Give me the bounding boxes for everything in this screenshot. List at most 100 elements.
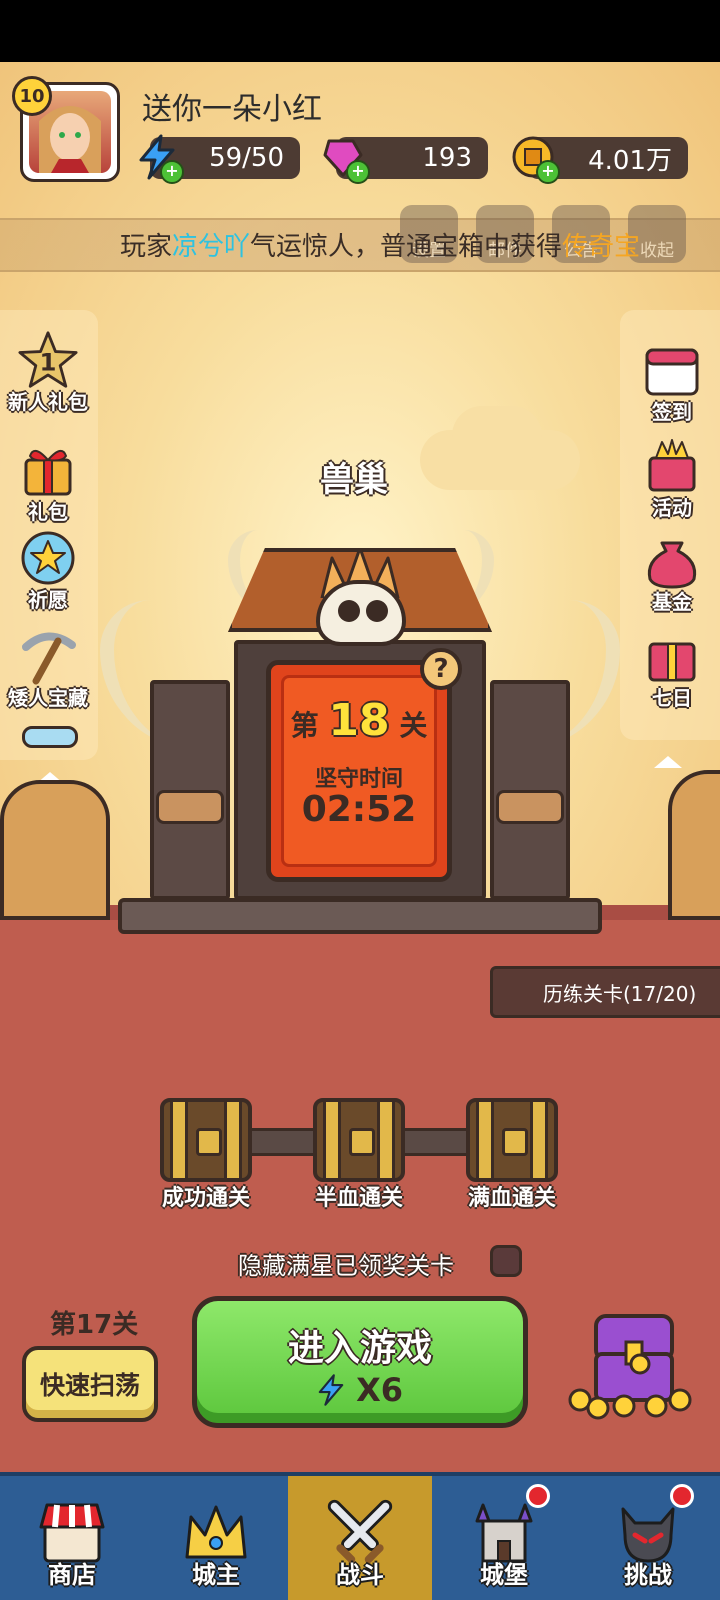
- status-bar: [0, 0, 720, 62]
- add-energy-icon[interactable]: +: [160, 160, 184, 184]
- gift-pack-label: 礼包: [28, 500, 68, 524]
- chest-band: [323, 1102, 341, 1178]
- question-icon: ?: [433, 654, 449, 684]
- wish-icon: [18, 528, 78, 588]
- treasure-chest-button[interactable]: [560, 1302, 700, 1424]
- gift-pack-button[interactable]: 礼包: [0, 440, 96, 525]
- quick-sweep-button[interactable]: 快速扫荡: [22, 1346, 158, 1422]
- rock-left: [0, 780, 110, 920]
- treasure-chest-icon: [568, 1314, 692, 1420]
- newbie-badge: 1: [40, 347, 57, 376]
- skull-eye: [338, 600, 360, 622]
- nav-challenge-label: 挑战: [624, 1561, 672, 1589]
- ticker-message: 玩家凉兮吖气运惊人，普通宝箱中获得传奇宝: [120, 226, 640, 263]
- nav-shop[interactable]: 商店: [0, 1476, 144, 1600]
- hide-completed-checkbox[interactable]: [490, 1245, 522, 1277]
- lock-icon: [502, 1128, 528, 1156]
- sign-in-button[interactable]: 签到: [624, 340, 720, 425]
- rope-left: [156, 790, 224, 824]
- chest-band: [224, 1102, 242, 1178]
- quick-sweep-label: 快速扫荡: [39, 1371, 140, 1400]
- gift-icon: [18, 440, 78, 500]
- hold-time-value: 02:52: [301, 789, 417, 830]
- add-gold-icon[interactable]: +: [536, 160, 560, 184]
- rock-right: [668, 770, 720, 920]
- collapse-label: 收起: [640, 241, 674, 261]
- enter-game-label: 进入游戏: [287, 1328, 432, 1369]
- help-button[interactable]: ?: [420, 648, 462, 690]
- hide-completed-label: 隐藏满星已领奖关卡: [238, 1252, 454, 1280]
- stage-prefix: 第: [290, 709, 319, 742]
- chest-clear-label: 成功通关: [161, 1186, 250, 1211]
- chest-band: [377, 1102, 395, 1178]
- star-icon: 1: [18, 330, 78, 390]
- activity-icon: [642, 436, 702, 496]
- energy-icon[interactable]: +: [134, 134, 184, 184]
- nav-battle[interactable]: 战斗: [288, 1476, 432, 1600]
- newbie-pack-label: 新人礼包: [8, 390, 88, 414]
- enter-game-button[interactable]: 进入游戏 X6: [192, 1296, 528, 1428]
- ticker-player: 凉兮吖: [172, 232, 251, 262]
- activity-label: 活动: [652, 496, 692, 520]
- trial-stage-label: 历练关卡(17/20): [543, 981, 697, 1006]
- newbie-pack-button[interactable]: 1 新人礼包: [0, 330, 96, 415]
- chest-band: [476, 1102, 494, 1178]
- enter-cost-value: X6: [356, 1371, 404, 1409]
- nav-lord[interactable]: 城主: [144, 1476, 288, 1600]
- cloud-icon: [22, 726, 78, 748]
- nav-lord-label: 城主: [192, 1561, 240, 1589]
- gold-value: 4.01万: [588, 145, 672, 176]
- ticker-item: 传奇宝: [562, 232, 641, 262]
- chest-clear[interactable]: [160, 1098, 252, 1182]
- chest-half-hp-label: 半血通关: [314, 1186, 403, 1211]
- add-gem-icon[interactable]: +: [346, 160, 370, 184]
- nav-castle-label: 城堡: [480, 1561, 528, 1589]
- rope-right: [496, 790, 564, 824]
- calendar-icon: [642, 340, 702, 400]
- skull-eye: [366, 600, 388, 622]
- gem-icon[interactable]: +: [320, 134, 370, 184]
- fund-label: 基金: [652, 590, 692, 614]
- skull-icon: [316, 580, 406, 646]
- chest-full-hp[interactable]: [466, 1098, 558, 1182]
- seven-day-label: 七日: [652, 686, 692, 710]
- activity-button[interactable]: 活动: [624, 436, 720, 521]
- nav-shop-label: 商店: [48, 1561, 96, 1589]
- energy-value: 59/50: [209, 143, 284, 173]
- player-name: 送你一朵小红: [142, 92, 322, 127]
- player-level-badge: 10: [12, 76, 52, 116]
- chest-band: [170, 1102, 188, 1178]
- enter-cost: X6: [197, 1371, 523, 1409]
- chest-band: [530, 1102, 548, 1178]
- notification-dot: [670, 1484, 694, 1508]
- wish-button[interactable]: 祈愿: [0, 528, 96, 613]
- chest-full-hp-label: 满血通关: [467, 1186, 556, 1211]
- bottom-nav: 商店 城主 战斗 城堡 挑战: [0, 1472, 720, 1600]
- ticker-prefix: 玩家: [120, 232, 173, 262]
- nav-challenge[interactable]: 挑战: [576, 1476, 720, 1600]
- notification-dot: [526, 1484, 550, 1508]
- trial-stage-button[interactable]: 历练关卡(17/20): [490, 966, 720, 1018]
- wish-label: 祈愿: [28, 588, 68, 612]
- energy-icon: [318, 1374, 344, 1406]
- gem-value: 193: [422, 143, 472, 173]
- scroll-up-arrow-icon[interactable]: [654, 756, 682, 768]
- cloud: [452, 406, 542, 466]
- gold-coin-icon[interactable]: +: [510, 134, 560, 184]
- dwarf-treasure-button[interactable]: 矮人宝藏: [0, 626, 96, 711]
- stage-number: 18: [328, 695, 390, 746]
- sign-in-label: 签到: [652, 400, 692, 424]
- seven-day-button[interactable]: 七日: [624, 626, 720, 711]
- money-bag-icon: [642, 530, 702, 590]
- lock-icon: [349, 1128, 375, 1156]
- stage-name: 兽巢: [320, 460, 388, 500]
- sweep-stage-label: 第17关: [50, 1310, 139, 1340]
- stage-banner[interactable]: 第 18 关 坚守时间 02:52: [266, 660, 452, 882]
- nav-castle[interactable]: 城堡: [432, 1476, 576, 1600]
- stage-indicator: 第 18 关: [271, 695, 447, 746]
- seven-day-gift-icon: [642, 626, 702, 686]
- fund-button[interactable]: 基金: [624, 530, 720, 615]
- ticker-middle: 气运惊人，普通宝箱中获得: [250, 232, 563, 262]
- pickaxe-icon: [18, 626, 78, 686]
- chest-half-hp[interactable]: [313, 1098, 405, 1182]
